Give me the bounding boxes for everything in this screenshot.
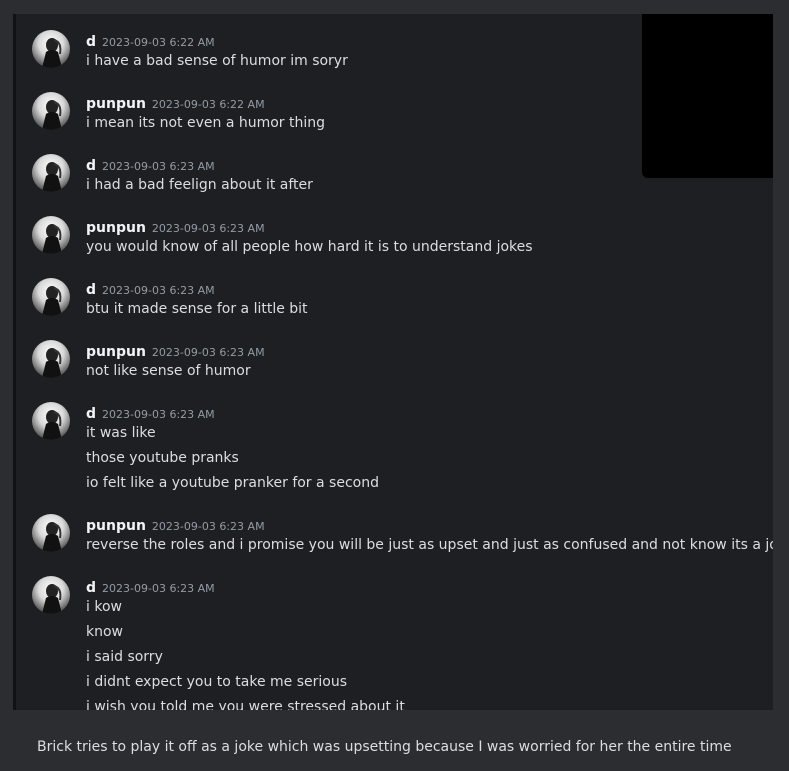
caption-text: Brick tries to play it off as a joke whi… [37, 739, 732, 755]
message-text: i have a bad sense of humor im soryr [86, 53, 348, 69]
message-text: you would know of all people how hard it… [86, 239, 533, 255]
avatar[interactable] [32, 514, 70, 552]
message-text: btu it made sense for a little bit [86, 301, 308, 317]
timestamp: 2023-09-03 6:23 AM [102, 582, 215, 595]
username[interactable]: punpun [86, 518, 146, 534]
message-text: not like sense of humor [86, 363, 251, 379]
message-text: io felt like a youtube pranker for a sec… [86, 475, 379, 491]
message-header: d 2023-09-03 6:23 AM [86, 403, 215, 422]
message-header: d 2023-09-03 6:23 AM [86, 577, 215, 596]
message-text: i didnt expect you to take me serious [86, 674, 348, 690]
message-header: d 2023-09-03 6:23 AM [86, 155, 215, 174]
message-text: those youtube pranks [86, 450, 239, 466]
message-text: i had a bad feelign about it after [86, 177, 313, 193]
timestamp: 2023-09-03 6:23 AM [102, 408, 215, 421]
message-text: i wish you told me you were stressed abo… [86, 699, 405, 710]
redacted-image [642, 14, 773, 178]
avatar[interactable] [32, 30, 70, 68]
timestamp: 2023-09-03 6:23 AM [102, 284, 215, 297]
avatar[interactable] [32, 92, 70, 130]
message-header: d 2023-09-03 6:23 AM [86, 279, 215, 298]
timestamp: 2023-09-03 6:22 AM [151, 98, 265, 111]
username[interactable]: punpun [86, 344, 146, 360]
avatar[interactable] [32, 216, 70, 254]
avatar[interactable] [32, 340, 70, 378]
message-text: i kow [86, 599, 122, 615]
avatar[interactable] [32, 402, 70, 440]
username[interactable]: d [86, 282, 96, 298]
username[interactable]: punpun [86, 220, 146, 236]
message-header: punpun 2023-09-03 6:23 AM [86, 217, 265, 236]
avatar[interactable] [32, 576, 70, 614]
avatar[interactable] [32, 278, 70, 316]
message-text: know [86, 624, 123, 640]
message-header: punpun 2023-09-03 6:22 AM [86, 93, 265, 112]
message-text: i said sorry [86, 649, 163, 665]
timestamp: 2023-09-03 6:22 AM [102, 36, 215, 49]
username[interactable]: d [86, 34, 96, 50]
username[interactable]: d [86, 406, 96, 422]
timestamp: 2023-09-03 6:23 AM [151, 520, 265, 533]
message-header: d 2023-09-03 6:22 AM [86, 31, 215, 50]
avatar[interactable] [32, 154, 70, 192]
username[interactable]: d [86, 580, 96, 596]
message-text: it was like [86, 425, 156, 441]
message-header: punpun 2023-09-03 6:23 AM [86, 515, 265, 534]
timestamp: 2023-09-03 6:23 AM [151, 222, 265, 235]
message-header: punpun 2023-09-03 6:23 AM [86, 341, 265, 360]
username[interactable]: punpun [86, 96, 146, 112]
message-text: i mean its not even a humor thing [86, 115, 326, 131]
timestamp: 2023-09-03 6:23 AM [102, 160, 215, 173]
message-text: reverse the roles and i promise you will… [86, 537, 773, 553]
username[interactable]: d [86, 158, 96, 174]
chat-panel: d 2023-09-03 6:22 AM i have a bad sense of… [13, 14, 773, 710]
timestamp: 2023-09-03 6:23 AM [151, 346, 265, 359]
